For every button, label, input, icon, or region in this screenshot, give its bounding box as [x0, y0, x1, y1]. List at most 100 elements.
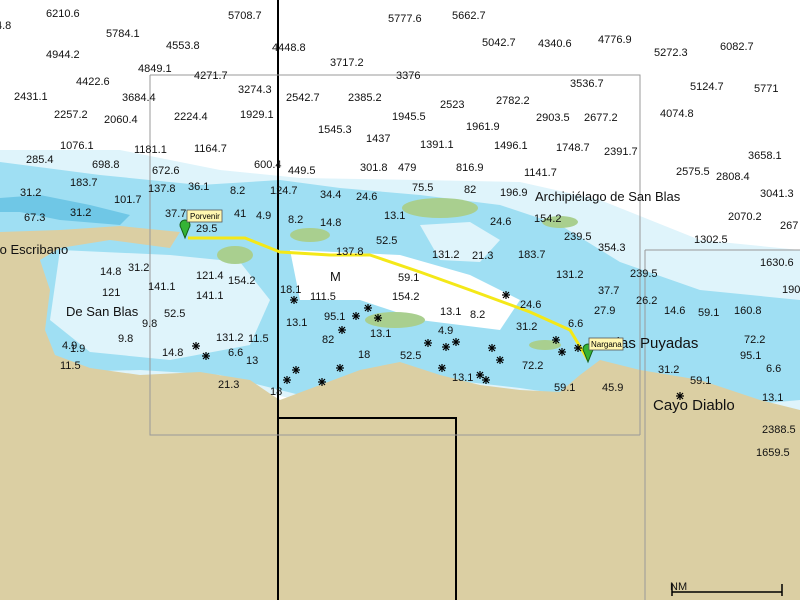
- depth-sounding: 4.9: [256, 210, 271, 222]
- rock-icon: [476, 371, 484, 379]
- depth-sounding: 21.3: [472, 250, 493, 262]
- depth-sounding: 2224.4: [174, 111, 208, 123]
- depth-sounding: 137.8: [336, 246, 364, 258]
- scale-bar-label: NM: [670, 581, 687, 593]
- depth-sounding: 31.2: [658, 364, 679, 376]
- depth-sounding: 1437: [366, 133, 390, 145]
- depth-sounding: 29.5: [196, 223, 217, 235]
- depth-sounding: 6082.7: [720, 41, 754, 53]
- depth-sounding: 3041.3: [760, 188, 794, 200]
- depth-sounding: 1748.7: [556, 142, 590, 154]
- depth-sounding: 2677.2: [584, 112, 618, 124]
- depth-sounding: 124.7: [270, 185, 298, 197]
- depth-sounding: 1545.3: [318, 124, 352, 136]
- depth-sounding: 14.6: [664, 305, 685, 317]
- depth-sounding: 672.6: [152, 165, 180, 177]
- depth-sounding: 52.5: [376, 235, 397, 247]
- rock-icon: [338, 326, 346, 334]
- rock-icon: [488, 344, 496, 352]
- place-name: De San Blas: [66, 304, 139, 319]
- depth-sounding: 31.2: [20, 187, 41, 199]
- depth-sounding: 183.7: [518, 249, 546, 261]
- depth-sounding: 2388.5: [762, 424, 796, 436]
- depth-sounding: 59.1: [690, 375, 711, 387]
- depth-sounding: 154.2: [392, 291, 420, 303]
- depth-sounding: 2575.5: [676, 166, 710, 178]
- depth-sounding: 141.1: [148, 281, 176, 293]
- depth-sounding: 13.1: [286, 317, 307, 329]
- depth-sounding: 5777.6: [388, 13, 422, 25]
- place-name: Archipiélago de San Blas: [535, 189, 681, 204]
- depth-sounding: 1141.7: [524, 167, 557, 179]
- depth-sounding: 600.4: [254, 159, 282, 171]
- depth-sounding: 13.1: [762, 392, 783, 404]
- depth-sounding: 5784.1: [106, 28, 140, 40]
- depth-sounding: 13: [246, 355, 258, 367]
- depth-sounding: 82: [322, 334, 334, 346]
- depth-sounding: 13.1: [440, 306, 461, 318]
- depth-sounding: 6.6: [568, 318, 583, 330]
- depth-sounding: 285.4: [26, 154, 54, 166]
- rock-icon: [424, 339, 432, 347]
- depth-sounding: 75.5: [412, 182, 433, 194]
- depth-sounding: 24.6: [490, 216, 511, 228]
- islet: [290, 228, 330, 242]
- depth-sounding: 59.1: [698, 307, 719, 319]
- rock-icon: [442, 343, 450, 351]
- depth-sounding: 37.7: [598, 285, 619, 297]
- depth-sounding: 36.1: [188, 181, 209, 193]
- depth-sounding: 13.1: [384, 210, 405, 222]
- depth-sounding: 1929.1: [240, 109, 274, 121]
- depth-sounding: 2070.2: [728, 211, 762, 223]
- rock-icon: [364, 304, 372, 312]
- depth-sounding: 131.2: [216, 332, 244, 344]
- depth-sounding: 2060.4: [104, 114, 138, 126]
- depth-sounding: 3658.1: [748, 150, 782, 162]
- rock-icon: [574, 344, 582, 352]
- depth-sounding: 82: [464, 184, 476, 196]
- depth-sounding: 1391.1: [420, 139, 454, 151]
- depth-sounding: 72.2: [744, 334, 765, 346]
- depth-sounding: 11.5: [248, 333, 269, 345]
- nautical-chart[interactable]: 6210.6 5708.7 5777.6 5662.7 4.8 5784.1 4944.2 4…: [0, 0, 800, 600]
- depth-sounding: 141.1: [196, 290, 224, 302]
- rock-icon: [283, 376, 291, 384]
- depth-sounding: 9.8: [142, 318, 157, 330]
- depth-sounding: 4422.6: [76, 76, 110, 88]
- depth-sounding: 5124.7: [690, 81, 724, 93]
- depth-sounding: 154.2: [228, 275, 256, 287]
- depth-sounding: 45.9: [602, 382, 623, 394]
- depth-sounding: 3684.4: [122, 92, 156, 104]
- depth-sounding: 2808.4: [716, 171, 750, 183]
- depth-sounding: 111.5: [310, 291, 336, 303]
- depth-sounding: 41: [234, 208, 246, 220]
- depth-sounding: 4074.8: [660, 108, 694, 120]
- depth-sounding: 137.8: [148, 183, 176, 195]
- depth-sounding: 4776.9: [598, 34, 632, 46]
- depth-sounding: 2385.2: [348, 92, 382, 104]
- depth-sounding: 1961.9: [466, 121, 500, 133]
- depth-sounding: 31.2: [516, 321, 537, 333]
- depth-sounding: 18: [358, 349, 370, 361]
- depth-sounding: 5771: [754, 83, 778, 95]
- rock-icon: [438, 364, 446, 372]
- islet: [217, 246, 253, 264]
- depth-sounding: 121.4: [196, 270, 224, 282]
- depth-sounding: 160.8: [734, 305, 762, 317]
- depth-sounding: 479: [398, 162, 416, 174]
- depth-sounding: 2523: [440, 99, 464, 111]
- depth-sounding: 8.2: [230, 185, 245, 197]
- islet: [402, 198, 478, 218]
- depth-sounding: 5708.7: [228, 10, 262, 22]
- depth-sounding: 698.8: [92, 159, 120, 171]
- depth-sounding: 31.2: [70, 207, 91, 219]
- depth-sounding: 1945.5: [392, 111, 426, 123]
- rock-icon: [318, 378, 326, 386]
- depth-sounding: 5662.7: [452, 10, 486, 22]
- depth-sounding: 2782.2: [496, 95, 530, 107]
- depth-sounding: 3376: [396, 70, 420, 82]
- depth-sounding: 2257.2: [54, 109, 88, 121]
- depth-sounding: 131.2: [556, 269, 584, 281]
- depth-sounding: 354.3: [598, 242, 626, 254]
- depth-sounding: 131.2: [432, 249, 460, 261]
